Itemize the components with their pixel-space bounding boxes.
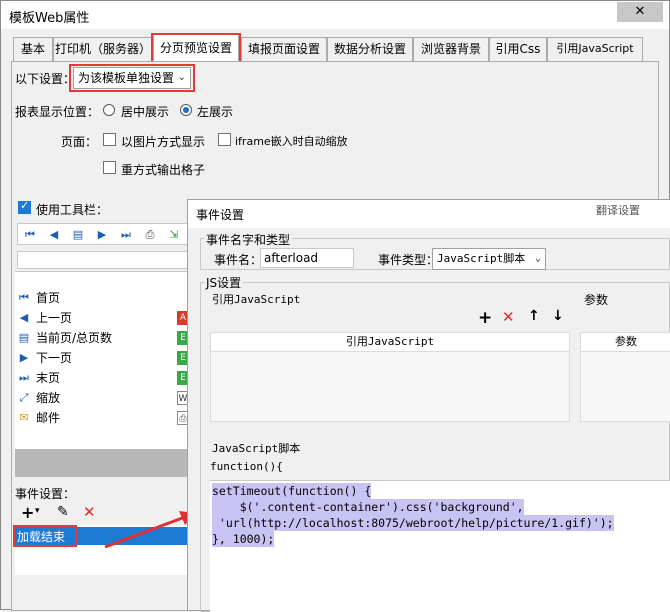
checkbox-iframe-label: iframe嵌入时自动缩放 [235, 135, 348, 148]
code-line-2: $('.content-container').css('background'… [212, 499, 524, 515]
use-toolbar-label: 使用工具栏： [36, 203, 109, 217]
events-label: 事件设置： [15, 487, 76, 501]
next-page-icon[interactable]: ▶ [94, 227, 110, 243]
add-icon[interactable]: + [21, 503, 34, 522]
checkbox-output-label: 重方式输出格子 [121, 163, 206, 177]
delete-icon[interactable]: ✕ [83, 503, 96, 521]
delete-icon[interactable]: ✕ [502, 308, 515, 326]
radio-center[interactable] [103, 103, 115, 117]
ref-js-label: 引用JavaScript [212, 293, 301, 306]
tab-fill-page[interactable]: 填报页面设置 [241, 37, 327, 61]
close-button[interactable]: ✕ [617, 2, 663, 22]
print-icon[interactable]: ⎙ [142, 227, 158, 243]
page-label: 页面： [61, 135, 98, 149]
radio-left[interactable] [180, 103, 192, 117]
code-line-4: }, 1000); [212, 531, 275, 547]
dialog-title-bar: 事件设置 翻译设置 [188, 200, 670, 228]
first-page-icon[interactable]: ⏮ [22, 227, 38, 243]
radio-left-label: 左展示 [197, 105, 234, 119]
list-item[interactable]: ✉ 邮件 ⎙ [15, 408, 193, 428]
event-name-input[interactable]: afterload [260, 248, 354, 268]
code-line-1: setTimeout(function() { [212, 483, 372, 499]
list-scroll-band [15, 449, 193, 477]
list-item[interactable]: ⏭ 末页 E [15, 368, 193, 388]
last-page-icon: ⏭ [19, 371, 29, 384]
list-item[interactable]: ◀ 上一页 A [15, 308, 193, 328]
chevron-down-icon: ⌄ [534, 253, 541, 264]
highlight-tab [151, 33, 241, 63]
tab-basic[interactable]: 基本 [13, 37, 53, 61]
list-item[interactable]: ⤢ 缩放 W [15, 388, 193, 408]
template-web-properties-window: 模板Web属性 ✕ 基本 打印机（服务器） 分页预览设置 填报页面设置 数据分析… [0, 0, 670, 612]
last-page-icon[interactable]: ⏭ [118, 227, 134, 243]
event-type-value: JavaScript脚本 [437, 252, 526, 265]
highlight-mode [69, 64, 195, 92]
edit-icon[interactable]: ✎ [57, 504, 69, 520]
first-page-icon: ⏮ [19, 291, 29, 304]
zoom-icon: ⤢ [19, 391, 29, 404]
background-window-title: 翻译设置 [596, 204, 640, 217]
window-title: 模板Web属性 [9, 11, 90, 26]
position-label: 报表显示位置： [15, 105, 100, 119]
event-type-label: 事件类型： [378, 253, 439, 267]
highlight-event [13, 525, 77, 547]
page-count-icon[interactable]: ▤ [70, 227, 86, 243]
tab-browser-background[interactable]: 浏览器背景 [413, 37, 489, 61]
js-settings-title: JS设置 [204, 274, 244, 291]
checkbox-image-label: 以图片方式显示 [121, 135, 206, 149]
list-item[interactable]: ▶ 下一页 E [15, 348, 193, 368]
tab-printer[interactable]: 打印机（服务器） [53, 37, 153, 61]
list-item[interactable]: ⏮ 首页 [15, 288, 193, 308]
toolbar-items-list: ⏮ 首页 ◀ 上一页 A ▤ 当前页/总页数 E ▶ 下一页 E ⏭ 末页 E … [15, 271, 193, 449]
javascript-code-editor[interactable]: setTimeout(function() { $('.content-cont… [210, 480, 670, 612]
tab-ref-javascript[interactable]: 引用JavaScript [547, 37, 643, 61]
code-line-3: 'url(http://localhost:8075/webroot/help/… [212, 515, 614, 531]
name-type-group-title: 事件名字和类型 [204, 231, 293, 248]
move-down-icon[interactable]: ↓ [552, 308, 564, 324]
list-item[interactable]: ▤ 当前页/总页数 E [15, 328, 193, 348]
mode-label: 以下设置： [15, 72, 76, 86]
use-toolbar-checkbox[interactable] [18, 199, 31, 215]
previous-page-icon: ◀ [19, 311, 29, 324]
radio-center-label: 居中展示 [121, 105, 170, 119]
add-icon[interactable]: + [478, 308, 492, 328]
next-page-icon: ▶ [19, 351, 29, 364]
mail-icon: ✉ [19, 411, 29, 424]
script-label: JavaScript脚本 [212, 442, 301, 455]
export-icon[interactable]: ⇲ [166, 227, 182, 243]
tab-ref-css[interactable]: 引用Css [489, 37, 547, 61]
function-header: function(){ [210, 460, 283, 473]
event-type-select[interactable]: JavaScript脚本 ⌄ [432, 248, 546, 270]
page-count-icon: ▤ [18, 331, 30, 344]
move-up-icon[interactable]: ↑ [528, 308, 540, 324]
toolbar-preview: ⏮ ◀ ▤ ▶ ⏭ ⎙ ⇲ [17, 223, 193, 245]
previous-page-icon[interactable]: ◀ [46, 227, 62, 243]
dialog-title: 事件设置 [196, 208, 245, 222]
tab-data-analysis[interactable]: 数据分析设置 [327, 37, 413, 61]
title-bar: 模板Web属性 ✕ [1, 1, 669, 29]
event-settings-dialog: 事件设置 翻译设置 事件名字和类型 事件名： afterload 事件类型： J… [187, 199, 670, 612]
checkbox-iframe[interactable] [218, 133, 231, 147]
chevron-down-icon[interactable]: ▾ [35, 506, 40, 516]
params-label: 参数 [584, 293, 609, 307]
checkbox-image[interactable] [103, 133, 116, 147]
toolbar-preview-row [17, 251, 193, 269]
checkbox-output[interactable] [103, 161, 116, 175]
params-column-header[interactable]: 参数 [580, 332, 670, 352]
ref-js-column-header[interactable]: 引用JavaScript [210, 332, 570, 352]
event-name-label: 事件名： [214, 253, 263, 267]
annotation-arrow [104, 511, 195, 549]
